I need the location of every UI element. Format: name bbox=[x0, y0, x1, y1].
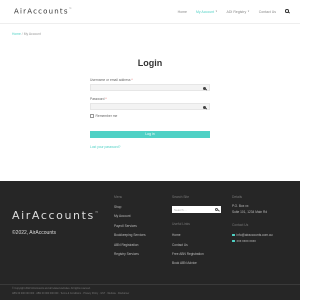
lost-password-link[interactable]: Lost your password? bbox=[90, 145, 120, 149]
username-field[interactable] bbox=[90, 84, 210, 91]
search-icon[interactable] bbox=[285, 9, 290, 14]
footer-contact-heading: Contact Us bbox=[232, 223, 249, 227]
footer-phone[interactable]: xxx xxxx xxxx bbox=[232, 239, 256, 243]
breadcrumb: Home / My Account bbox=[12, 32, 41, 36]
footer-menu-item[interactable]: Bookkeeping Services bbox=[114, 233, 146, 237]
breadcrumb-home[interactable]: Home bbox=[12, 32, 21, 36]
username-label: Username or email address * bbox=[90, 78, 133, 82]
breadcrumb-separator: / bbox=[21, 32, 23, 36]
search-icon[interactable] bbox=[215, 207, 220, 212]
password-field[interactable] bbox=[90, 103, 210, 110]
footer-email[interactable]: info@airaccounts.com.au bbox=[232, 233, 273, 237]
remember-checkbox[interactable] bbox=[90, 114, 94, 118]
footer-search-input[interactable]: Search ... bbox=[172, 206, 221, 213]
footer-menu-item[interactable]: Shop bbox=[114, 205, 121, 209]
footer-copyright: ©2022, AirAccounts bbox=[12, 230, 56, 236]
main-nav: Home My Account ▼ ADI Registry ▼ Contact U… bbox=[178, 9, 290, 14]
footer-useful-link[interactable]: Free ABN Registration bbox=[172, 252, 204, 256]
chevron-down-icon: ▼ bbox=[215, 10, 218, 13]
key-icon bbox=[203, 86, 208, 91]
key-icon bbox=[203, 105, 208, 110]
footer-legal-links[interactable]: ABN 00 000 000 000 · ABN 00 000 000 000 … bbox=[12, 292, 129, 295]
remember-me: Remember me bbox=[90, 114, 117, 118]
footer-useful-links-heading: Useful Links bbox=[172, 222, 190, 226]
site-logo[interactable]: AirAccounts™ bbox=[14, 7, 73, 15]
footer-useful-link[interactable]: Contact Us bbox=[172, 243, 188, 247]
site-header: AirAccounts™ Home My Account ▼ ADI Regist… bbox=[0, 0, 300, 24]
footer-menu-heading: Menu bbox=[114, 195, 123, 199]
footer-menu-item[interactable]: Payroll Services bbox=[114, 224, 137, 228]
chevron-down-icon: ▼ bbox=[247, 10, 250, 13]
nav-adi-registry[interactable]: ADI Registry ▼ bbox=[227, 10, 250, 14]
footer-logo[interactable]: AirAccounts™ bbox=[12, 209, 100, 222]
footer-menu-item[interactable]: My Account bbox=[114, 214, 130, 218]
login-button[interactable]: Log in bbox=[90, 131, 210, 138]
nav-my-account[interactable]: My Account ▼ bbox=[196, 10, 218, 14]
footer-legal-line: © Copyright 2022 AirAccounts and all rel… bbox=[12, 287, 91, 290]
phone-icon bbox=[232, 239, 235, 243]
footer-useful-link[interactable]: Home bbox=[172, 233, 181, 237]
remember-label: Remember me bbox=[95, 114, 118, 118]
nav-contact-us[interactable]: Contact Us bbox=[259, 10, 276, 14]
nav-home[interactable]: Home bbox=[178, 10, 187, 14]
footer-useful-link[interactable]: Book ABN Advice bbox=[172, 261, 197, 265]
footer-details-heading: Details bbox=[232, 195, 243, 199]
password-label: Password * bbox=[90, 97, 107, 101]
footer-details-line: Suite 101, 1234 Main Rd bbox=[232, 210, 268, 214]
footer-details-line: P.O. Box xx bbox=[232, 204, 249, 208]
search-placeholder: Search ... bbox=[174, 207, 187, 212]
footer-search-heading: Search Site bbox=[172, 195, 190, 199]
breadcrumb-current: My Account bbox=[23, 32, 41, 36]
mail-icon bbox=[232, 233, 235, 237]
footer-menu-item[interactable]: ABN Registration bbox=[114, 243, 138, 247]
footer-menu-item[interactable]: Registry Services bbox=[114, 252, 139, 256]
page-title: Login bbox=[137, 58, 163, 68]
